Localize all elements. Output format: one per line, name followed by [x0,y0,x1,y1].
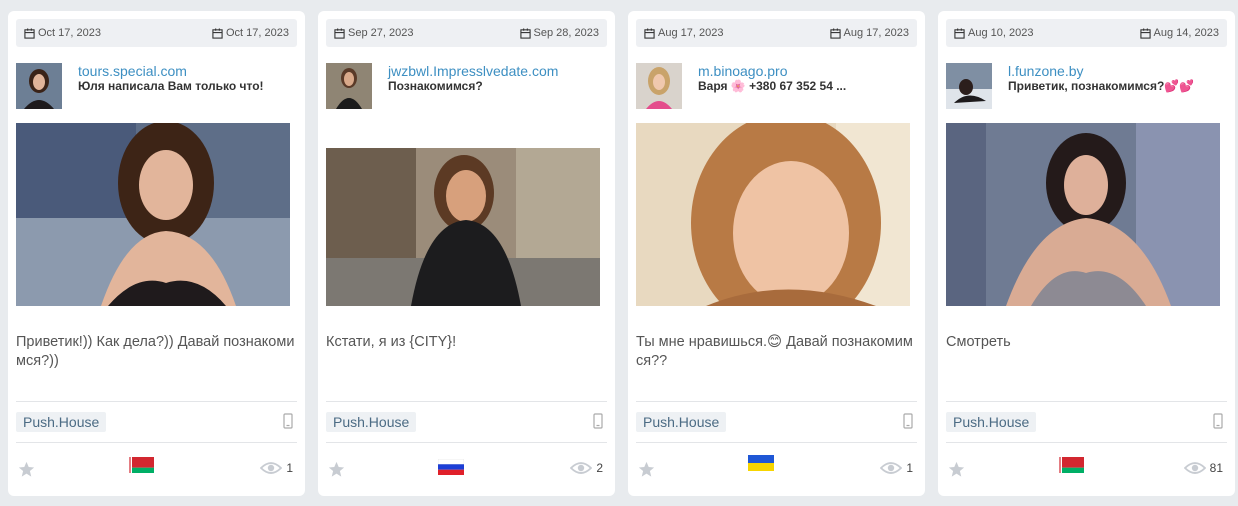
star-icon[interactable] [948,461,965,478]
ad-main-image[interactable] [946,123,1220,306]
date-range: Oct 17, 2023 Oct 17, 2023 [16,19,297,47]
ad-card[interactable]: Sep 27, 2023 Sep 28, 2023 jwzbwl.Impress… [318,11,615,496]
ad-network-tag[interactable]: Push.House [326,412,417,432]
ad-domain-link[interactable]: tours.special.com [78,63,187,79]
date-range: Aug 17, 2023 Aug 17, 2023 [636,19,917,47]
first-seen-date: Sep 27, 2023 [334,27,413,39]
first-seen-date: Oct 17, 2023 [24,27,101,39]
ad-card[interactable]: Aug 17, 2023 Aug 17, 2023 m.binoago.pro … [628,11,925,496]
calendar-icon [334,27,345,39]
last-seen-date: Oct 17, 2023 [212,27,289,39]
first-seen-label: Aug 10, 2023 [968,27,1034,39]
last-seen-label: Aug 14, 2023 [1153,27,1219,39]
divider [16,401,297,402]
ad-domain-link[interactable]: m.binoago.pro [698,63,788,79]
views-count: 81 [1209,461,1223,475]
ad-title: Варя 🌸 +380 67 352 54 ... [698,79,847,93]
calendar-icon [954,27,965,39]
eye-icon [1183,462,1206,474]
first-seen-label: Oct 17, 2023 [38,27,101,39]
first-seen-label: Sep 27, 2023 [348,27,414,39]
ad-network-tag[interactable]: Push.House [636,412,727,432]
last-seen-date: Aug 17, 2023 [829,27,909,39]
last-seen-label: Aug 17, 2023 [843,27,909,39]
ad-title: Приветик, познакомимся?💕💕 [1008,79,1195,93]
star-icon[interactable] [18,461,35,478]
eye-icon [260,462,283,474]
date-range: Sep 27, 2023 Sep 28, 2023 [326,19,607,47]
divider [326,401,607,402]
ad-icon-thumbnail [946,63,992,109]
ad-icon-thumbnail [16,63,62,109]
star-icon[interactable] [638,461,655,478]
last-seen-label: Sep 28, 2023 [533,27,599,39]
first-seen-label: Aug 17, 2023 [658,27,724,39]
country-flag-belarus [1058,457,1084,473]
ads-grid: Oct 17, 2023 Oct 17, 2023 tours.special.… [0,0,1238,506]
views-counter: 1 [260,461,293,475]
views-count: 1 [906,461,913,475]
ad-description: Кстати, я из {CITY}! [326,334,457,350]
first-seen-date: Aug 10, 2023 [954,27,1033,39]
ad-icon-thumbnail [326,63,372,109]
last-seen-date: Sep 28, 2023 [519,27,599,39]
ad-title: Юля написала Вам только что! [78,79,264,93]
ad-domain-link[interactable]: l.funzone.by [1008,63,1084,79]
divider [326,442,607,443]
ad-header: l.funzone.by Приветик, познакомимся?💕💕 [946,63,1227,109]
ad-icon-thumbnail [636,63,682,109]
views-count: 1 [286,461,293,475]
views-counter: 1 [880,461,913,475]
views-counter: 81 [1183,461,1223,475]
first-seen-date: Aug 17, 2023 [644,27,723,39]
ad-main-image[interactable] [636,123,910,306]
ad-main-image[interactable] [326,148,600,306]
divider [636,442,917,443]
ad-header: m.binoago.pro Варя 🌸 +380 67 352 54 ... [636,63,917,109]
views-counter: 2 [570,461,603,475]
calendar-icon [519,27,531,39]
divider [946,401,1227,402]
ad-network-tag[interactable]: Push.House [16,412,107,432]
ad-title: Познакомимся? [388,79,483,93]
divider [946,442,1227,443]
ad-description: Смотреть [946,334,1011,350]
last-seen-date: Aug 14, 2023 [1139,27,1219,39]
ad-header: tours.special.com Юля написала Вам тольк… [16,63,297,109]
ad-header: jwzbwl.Impresslvedate.com Познакомимся? [326,63,607,109]
date-range: Aug 10, 2023 Aug 14, 2023 [946,19,1227,47]
country-flag-russia [438,459,464,475]
divider [16,442,297,443]
ad-card[interactable]: Aug 10, 2023 Aug 14, 2023 l.funzone.by П… [938,11,1235,496]
last-seen-label: Oct 17, 2023 [226,27,289,39]
eye-icon [570,462,593,474]
calendar-icon [829,27,841,39]
mobile-phone-icon [903,413,913,429]
mobile-phone-icon [1213,413,1223,429]
mobile-phone-icon [283,413,293,429]
ad-description: Ты мне нравишься.😊 Давай познакомимся?? [636,334,913,369]
divider [636,401,917,402]
calendar-icon [1139,27,1151,39]
ad-main-image[interactable] [16,123,290,306]
views-count: 2 [596,461,603,475]
ad-network-tag[interactable]: Push.House [946,412,1037,432]
eye-icon [880,462,903,474]
country-flag-belarus [128,457,154,473]
mobile-phone-icon [593,413,603,429]
ad-description: Приветик!)) Как дела?)) Давай познакомим… [16,334,295,369]
calendar-icon [644,27,655,39]
ad-card[interactable]: Oct 17, 2023 Oct 17, 2023 tours.special.… [8,11,305,496]
calendar-icon [24,27,35,39]
star-icon[interactable] [328,461,345,478]
calendar-icon [212,27,223,39]
country-flag-ukraine [748,455,774,471]
ad-domain-link[interactable]: jwzbwl.Impresslvedate.com [388,63,558,79]
